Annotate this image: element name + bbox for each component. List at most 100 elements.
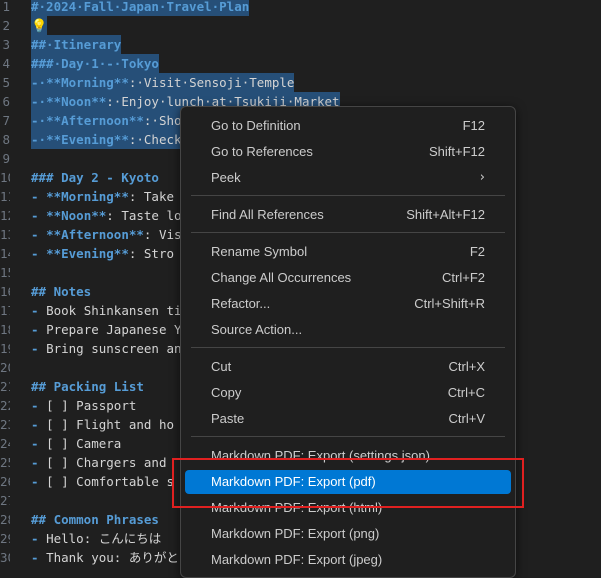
code-text: - Bring sunscreen an: [31, 339, 182, 358]
code-token: -: [31, 474, 47, 489]
line-number: 22: [0, 398, 10, 413]
code-token: [ ] Flight and ho: [46, 417, 174, 432]
menu-item-copy[interactable]: Copy Ctrl+C: [185, 381, 511, 405]
code-text: - **Afternoon**: Vis: [31, 225, 182, 244]
menu-item-go-to-references[interactable]: Go to References Shift+F12: [185, 140, 511, 164]
code-token: -: [31, 208, 47, 223]
code-token: #·2024·Fall·Japan·Travel·Plan: [31, 0, 250, 14]
line-number: 19: [0, 341, 10, 356]
code-text: ## Common Phrases: [31, 510, 159, 529]
line-number: 17: [0, 303, 10, 318]
code-token: **Morning**: [46, 189, 129, 204]
shortcut-label: Shift+Alt+F12: [406, 207, 485, 222]
code-text: - Thank you: ありがと: [31, 548, 179, 567]
code-token: Book Shinkansen ti: [46, 303, 182, 318]
menu-item-peek[interactable]: Peek ›: [185, 166, 511, 190]
code-token: -·: [31, 75, 47, 90]
code-token: **Noon**: [46, 94, 107, 109]
line-number: 24: [0, 436, 10, 451]
code-text: - [ ] Chargers and: [31, 453, 166, 472]
line-number: 6: [2, 94, 10, 109]
code-token: : Taste lo: [106, 208, 182, 223]
code-token: -: [31, 531, 47, 546]
menu-item-label: Find All References: [211, 207, 324, 222]
line-number: 2: [2, 18, 10, 33]
line-number: 1: [2, 0, 10, 14]
red-highlight-box: [172, 458, 524, 508]
menu-item-export-png[interactable]: Markdown PDF: Export (png): [185, 522, 511, 546]
code-token: -·: [31, 132, 47, 147]
menu-separator: [191, 232, 505, 233]
code-text: ## Packing List: [31, 377, 144, 396]
line-number: 4: [2, 56, 10, 71]
line-number: 26: [0, 474, 10, 489]
line-number: 30: [0, 550, 10, 565]
line-number: 11: [0, 189, 10, 204]
menu-item-label: Paste: [211, 411, 245, 426]
menu-item-cut[interactable]: Cut Ctrl+X: [185, 355, 511, 379]
line-number: 20: [0, 360, 10, 375]
line-number: 15: [0, 265, 10, 280]
code-text: - [ ] Camera: [31, 434, 121, 453]
code-token: ## Common Phrases: [31, 512, 159, 527]
menu-separator: [191, 195, 505, 196]
shortcut-label: Ctrl+V: [448, 411, 485, 426]
code-token: -: [31, 246, 47, 261]
code-text: -·**Morning**:·Visit·Sensoji·Temple: [31, 73, 295, 92]
code-token: -·: [31, 94, 47, 109]
menu-separator: [191, 436, 505, 437]
code-token: [ ] Chargers and: [46, 455, 167, 470]
code-token: : Stro: [128, 246, 175, 261]
lightbulb-icon[interactable]: 💡: [31, 19, 47, 34]
line-number: 7: [2, 113, 10, 128]
line-number: 10: [0, 170, 10, 185]
line-number: 21: [0, 379, 10, 394]
code-token: ## Notes: [31, 284, 92, 299]
code-token: [ ] Passport: [46, 398, 137, 413]
code-token: ###·Day·1·-·Tokyo: [31, 56, 159, 71]
code-line[interactable]: 3 ##·Itinerary: [0, 35, 601, 54]
code-token: **Evening**: [46, 132, 129, 147]
line-number: 9: [2, 151, 10, 166]
menu-item-export-jpeg[interactable]: Markdown PDF: Export (jpeg): [185, 548, 511, 572]
code-token: -·: [31, 113, 47, 128]
code-token: **Afternoon**: [46, 227, 144, 242]
code-text: - [ ] Comfortable s: [31, 472, 174, 491]
code-token: **Evening**: [46, 246, 129, 261]
code-token: Bring sunscreen an: [46, 341, 182, 356]
line-number: 23: [0, 417, 10, 432]
code-token: :·Sho: [143, 113, 182, 128]
code-line[interactable]: 2 💡: [0, 16, 601, 36]
menu-item-label: Go to References: [211, 144, 313, 159]
code-line[interactable]: 5 -·**Morning**:·Visit·Sensoji·Temple: [0, 73, 601, 92]
menu-item-rename-symbol[interactable]: Rename Symbol F2: [185, 240, 511, 264]
code-text: - **Morning**: Take: [31, 187, 174, 206]
code-text: - Prepare Japanese Y: [31, 320, 182, 339]
code-line[interactable]: 1 #·2024·Fall·Japan·Travel·Plan: [0, 0, 601, 16]
line-number: 16: [0, 284, 10, 299]
code-text: 💡: [31, 16, 48, 36]
code-token: -: [31, 398, 47, 413]
menu-item-source-action[interactable]: Source Action...: [185, 318, 511, 342]
code-token: [ ] Camera: [46, 436, 122, 451]
menu-item-label: Change All Occurrences: [211, 270, 352, 285]
menu-item-go-to-definition[interactable]: Go to Definition F12: [185, 114, 511, 138]
code-token: ##·Itinerary: [31, 37, 122, 52]
code-text: ## Notes: [31, 282, 91, 301]
menu-item-find-all-references[interactable]: Find All References Shift+Alt+F12: [185, 203, 511, 227]
code-token: -: [31, 303, 47, 318]
code-line[interactable]: 4 ###·Day·1·-·Tokyo: [0, 54, 601, 73]
code-token: ## Packing List: [31, 379, 144, 394]
menu-item-label: Markdown PDF: Export (jpeg): [211, 552, 383, 567]
menu-item-change-all-occurrences[interactable]: Change All Occurrences Ctrl+F2: [185, 266, 511, 290]
shortcut-label: F2: [469, 244, 485, 259]
menu-item-refactor[interactable]: Refactor... Ctrl+Shift+R: [185, 292, 511, 316]
code-token: **Noon**: [46, 208, 107, 223]
shortcut-label: Shift+F12: [428, 144, 485, 159]
menu-item-paste[interactable]: Paste Ctrl+V: [185, 407, 511, 431]
code-token: :·Visit·Sensoji·Temple: [128, 75, 295, 90]
code-token: : Take: [128, 189, 175, 204]
code-text: - Hello: こんにちは: [31, 529, 161, 548]
line-number: 5: [2, 75, 10, 90]
code-text: ### Day 2 - Kyoto: [31, 168, 159, 187]
